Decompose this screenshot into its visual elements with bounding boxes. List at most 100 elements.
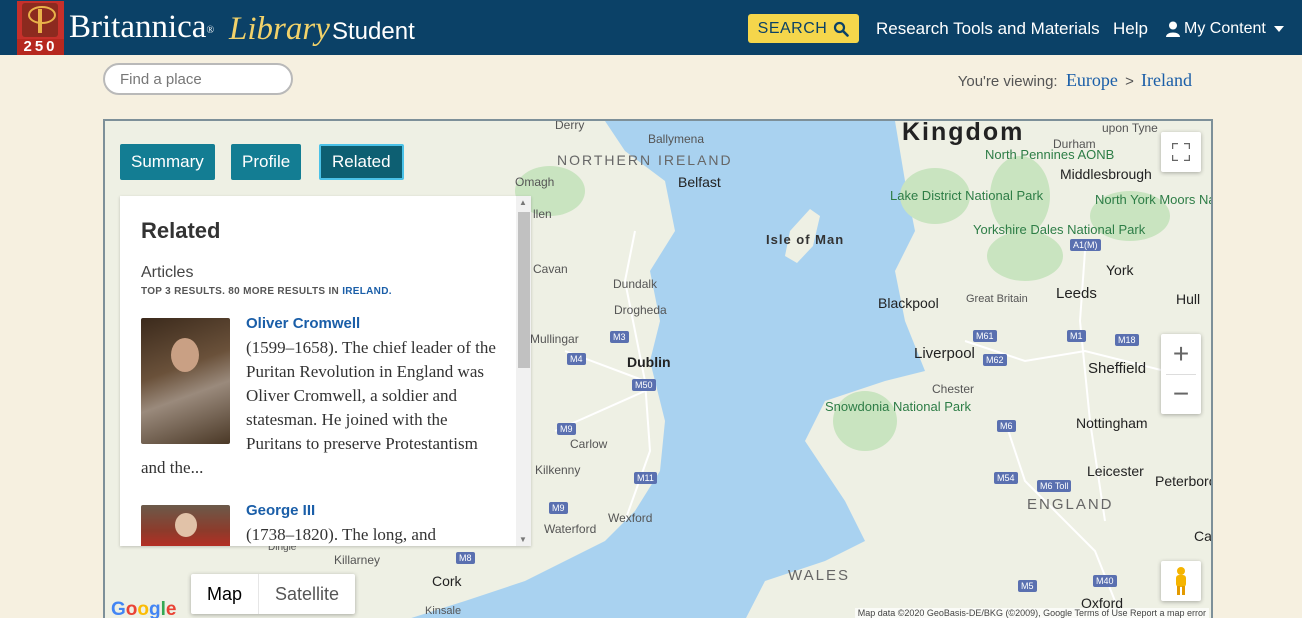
search-icon: [834, 21, 850, 37]
find-place-input[interactable]: [103, 63, 293, 95]
map-label-carlow: Carlow: [570, 437, 608, 451]
fullscreen-button[interactable]: [1161, 132, 1201, 172]
thistle-icon: [22, 3, 58, 37]
road-shield: M62: [983, 354, 1007, 366]
map-label-derry: Derry: [555, 119, 585, 132]
road-shield: M54: [994, 472, 1018, 484]
map-label-york: York: [1106, 262, 1134, 278]
road-shield: M1: [1067, 330, 1086, 342]
map-attribution[interactable]: Map data ©2020 GeoBasis-DE/BKG (©2009), …: [854, 608, 1209, 618]
user-icon: [1166, 21, 1180, 37]
breadcrumb: You're viewing: Europe > Ireland: [958, 70, 1192, 91]
map-label-ballymena: Ballymena: [648, 132, 705, 146]
map-type-control: Map Satellite: [191, 574, 356, 614]
road-shield: M61: [973, 330, 997, 342]
map-label-chester: Chester: [932, 382, 975, 396]
map-label-yorkshire-dales: Yorkshire Dales National Park: [973, 222, 1146, 237]
research-tools-link[interactable]: Research Tools and Materials: [876, 19, 1100, 39]
map-label-mullingar: Mullingar: [530, 332, 579, 346]
scrollbar-thumb[interactable]: [518, 212, 530, 368]
map-label-belfast: Belfast: [678, 174, 721, 190]
map-label-upon-tyne: upon Tyne: [1102, 121, 1158, 135]
road-shield: M5: [1018, 580, 1037, 592]
map-label-snowdonia: Snowdonia National Park: [825, 399, 971, 414]
my-content-menu[interactable]: My Content: [1166, 20, 1284, 38]
viewing-label: You're viewing:: [957, 73, 1058, 90]
road-shield: M8: [456, 552, 475, 564]
map-label-killarney: Killarney: [334, 553, 381, 567]
map-label-waterford: Waterford: [544, 522, 597, 536]
tab-profile[interactable]: Profile: [231, 144, 302, 180]
articles-section-label: Articles: [141, 264, 194, 281]
street-view-pegman[interactable]: [1161, 561, 1201, 601]
map-label-nottingham: Nottingham: [1076, 415, 1148, 431]
results-meta-text: TOP 3 RESULTS. 80 MORE RESULTS IN: [141, 286, 340, 297]
panel-scrollbar[interactable]: ▲ ▼: [516, 196, 531, 546]
tab-related[interactable]: Related: [319, 144, 404, 180]
road-shield: M6 Toll: [1037, 480, 1072, 492]
brand-name[interactable]: Britannica®: [69, 8, 214, 46]
map-label-cork: Cork: [432, 573, 462, 589]
map-label-kinsale: Kinsale: [425, 605, 462, 617]
scroll-down-icon[interactable]: ▼: [519, 535, 527, 544]
logo-number: 250: [17, 39, 64, 55]
pegman-icon: [1176, 567, 1186, 595]
map-label-isle-of-man: Isle of Man: [766, 232, 845, 247]
map-label-lake-district: Lake District National Park: [890, 188, 1044, 203]
map-type-satellite-button[interactable]: Satellite: [259, 574, 355, 614]
road-shield: M50: [632, 379, 656, 391]
map-label-wexford: Wexford: [608, 511, 653, 525]
brand-student[interactable]: Student: [332, 18, 415, 46]
map-label-durham: Durham: [1053, 137, 1096, 151]
map-label-northern-ireland: NORTHERN IRELAND: [557, 152, 733, 168]
map-label-allen: llen: [533, 207, 552, 221]
zoom-control: + −: [1161, 334, 1201, 414]
map-type-map-button[interactable]: Map: [191, 574, 260, 614]
map-label-peterborough: Peterboro: [1155, 473, 1213, 489]
related-panel: Related Articles TOP 3 RESULTS. 80 MORE …: [120, 196, 531, 546]
map-canvas[interactable]: Kingdom NORTHERN IRELAND ENGLAND WALES I…: [103, 119, 1213, 618]
road-shield: M6: [997, 420, 1016, 432]
road-shield: M9: [549, 502, 568, 514]
road-shield: M9: [557, 423, 576, 435]
my-content-label: My Content: [1184, 20, 1266, 37]
brand-britannica: Britannica: [69, 9, 207, 45]
map-label-drogheda: Drogheda: [614, 303, 667, 317]
map-label-blackpool: Blackpool: [878, 295, 939, 311]
help-link[interactable]: Help: [1113, 19, 1148, 39]
map-label-cavan: Cavan: [533, 262, 568, 276]
map-label-north-pennines: North Pennines AONB: [985, 147, 1115, 162]
road-shield: M11: [634, 472, 657, 484]
search-label: SEARCH: [757, 19, 828, 37]
road-shield: A1(M): [1070, 239, 1101, 251]
map-label-great-britain: Great Britain: [966, 293, 1028, 305]
george-iii-thumbnail[interactable]: [141, 505, 230, 546]
zoom-out-button[interactable]: −: [1161, 374, 1201, 414]
map-label-dublin: Dublin: [627, 354, 671, 370]
scroll-up-icon[interactable]: ▲: [519, 198, 527, 207]
map-label-leicester: Leicester: [1087, 463, 1144, 479]
breadcrumb-europe[interactable]: Europe: [1066, 70, 1118, 90]
zoom-in-button[interactable]: +: [1161, 334, 1201, 374]
map-label-leeds: Leeds: [1056, 285, 1097, 302]
google-logo[interactable]: Google: [111, 599, 176, 618]
tab-summary[interactable]: Summary: [120, 144, 215, 180]
map-label-middlesbrough: Middlesbrough: [1060, 166, 1152, 182]
map-label-liverpool: Liverpool: [914, 345, 975, 362]
breadcrumb-ireland[interactable]: Ireland: [1141, 70, 1192, 90]
caret-down-icon: [1273, 26, 1284, 32]
top-navigation-bar: 250 Britannica® Library Student SEARCH R…: [0, 0, 1302, 55]
road-shield: M3: [610, 331, 629, 343]
ireland-results-link[interactable]: IRELAND.: [342, 286, 392, 297]
map-label-dundalk: Dundalk: [613, 277, 658, 291]
oliver-cromwell-thumbnail[interactable]: [141, 318, 230, 444]
search-button[interactable]: SEARCH: [748, 14, 859, 43]
map-label-wales: WALES: [788, 567, 850, 584]
map-label-hull: Hull: [1176, 291, 1201, 307]
brand-library[interactable]: Library: [229, 10, 330, 48]
map-label-kilkenny: Kilkenny: [535, 463, 581, 477]
map-label-north-york-moors: North York Moors National Park: [1095, 192, 1211, 207]
list-item: George III (1738–1820). The long, and: [141, 502, 496, 546]
britannica-250-logo[interactable]: 250: [17, 1, 64, 55]
map-label-england: ENGLAND: [1027, 496, 1114, 513]
